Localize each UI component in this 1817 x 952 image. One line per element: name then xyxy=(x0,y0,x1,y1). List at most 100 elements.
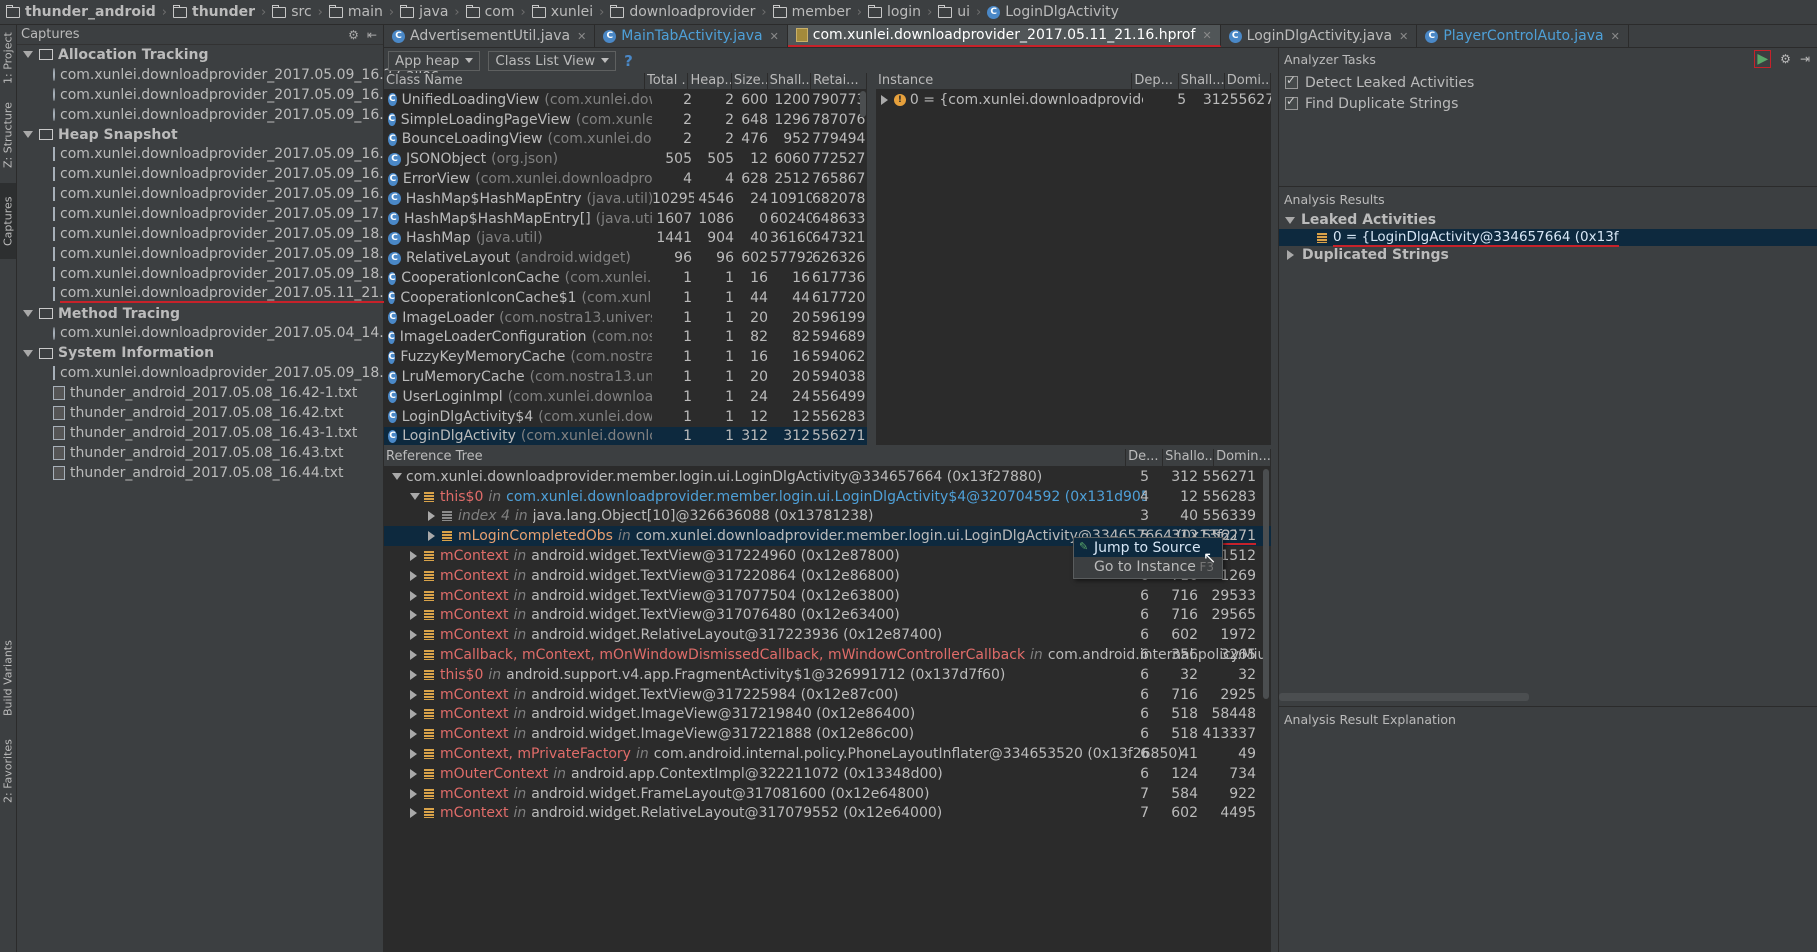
go-to-instance-item[interactable]: Go to Instance F3 xyxy=(1074,557,1222,576)
gear-icon[interactable]: ⚙ xyxy=(348,28,359,42)
capture-file[interactable]: thunder_android_2017.05.08_16.42.txt xyxy=(17,403,383,423)
analyzer-task[interactable]: Detect Leaked Activities xyxy=(1279,72,1817,93)
gear-icon[interactable]: ⚙ xyxy=(1780,52,1791,66)
breadcrumb-item[interactable]: downloadprovider xyxy=(604,4,761,20)
expand-arrow-icon[interactable] xyxy=(410,808,417,819)
class-row[interactable]: C BounceLoadingView(com.xunlei.download 2 2… xyxy=(384,130,867,150)
reference-row[interactable]: mContext, mPrivateFactory in com.android.i… xyxy=(384,744,1271,764)
breadcrumb-item[interactable]: thunder_android xyxy=(0,4,162,20)
capture-file[interactable]: com.xunlei.downloadprovider_2017.05.09_1… xyxy=(17,184,443,204)
leaked-activities-node[interactable]: Leaked Activities xyxy=(1279,211,1817,229)
class-row[interactable]: C HashMap (java.util) 1441 904 40 36160 647321 xyxy=(384,229,867,249)
expand-arrow-icon[interactable] xyxy=(410,689,417,700)
jump-to-source-item[interactable]: ✎ Jump to Source xyxy=(1074,538,1222,557)
reference-tree-scrollbar[interactable] xyxy=(1263,469,1269,699)
class-row[interactable]: C JSONObject (org.json) 505 505 12 6060 772527 xyxy=(384,149,867,169)
reference-row[interactable]: mCallback, mContext, mOnWindowDismissedC… xyxy=(384,645,1271,665)
help-icon[interactable]: ? xyxy=(624,52,633,70)
tree-toggle[interactable] xyxy=(406,808,424,819)
class-row[interactable]: C RelativeLayout (android.widget) 96 96 602 57… xyxy=(384,248,867,268)
editor-tab[interactable]: C MainTabActivity.java ✕ xyxy=(595,25,788,47)
checkbox[interactable] xyxy=(1285,94,1298,110)
class-row[interactable]: C UserLoginImpl(com.xunlei.downloadprovid… xyxy=(384,387,867,407)
column-header[interactable]: Shall... xyxy=(1179,73,1225,89)
column-header[interactable]: Class Name xyxy=(384,73,646,89)
tree-toggle[interactable] xyxy=(406,729,424,740)
reference-row[interactable]: com.xunlei.downloadprovider.member.login… xyxy=(384,467,1271,487)
heap-select[interactable]: App heap xyxy=(388,50,481,71)
reference-row[interactable]: mContext in android.widget.FrameLayout@317… xyxy=(384,784,1271,804)
column-header[interactable]: Size... xyxy=(732,73,768,89)
capture-group[interactable]: System Information xyxy=(17,343,383,363)
duplicated-strings-node[interactable]: Duplicated Strings xyxy=(1279,246,1817,264)
class-row[interactable]: C HashMap$HashMapEntry (java.util) 10295 454… xyxy=(384,189,867,209)
tree-toggle[interactable] xyxy=(406,689,424,700)
captures-tool-tab[interactable]: Captures xyxy=(0,183,16,259)
tree-toggle[interactable] xyxy=(406,669,424,680)
breadcrumb-item[interactable]: C LoginDlgActivity xyxy=(981,4,1125,20)
breadcrumb-item[interactable]: src xyxy=(266,4,317,20)
breadcrumb-item[interactable]: java xyxy=(394,4,454,20)
favorites-tool-tab[interactable]: 2: Favorites xyxy=(0,735,16,807)
reference-row[interactable]: mContext in android.widget.ImageView@31722… xyxy=(384,724,1271,744)
editor-tab[interactable]: C LoginDlgActivity.java ✕ xyxy=(1221,25,1418,47)
column-header[interactable]: De... xyxy=(1126,449,1164,466)
expand-arrow-icon[interactable] xyxy=(428,511,435,522)
tree-toggle[interactable] xyxy=(424,511,442,522)
leaked-activity-item[interactable]: 0 = {LoginDlgActivity@334657664 (0x13f xyxy=(1279,229,1817,247)
capture-file[interactable]: thunder_android_2017.05.08_16.43.txt xyxy=(17,443,383,463)
class-list-scrollbar[interactable] xyxy=(860,91,866,117)
tree-toggle[interactable] xyxy=(406,709,424,720)
capture-file[interactable]: com.xunlei.downloadprovider_2017.05.09_1… xyxy=(17,264,443,284)
reference-row[interactable]: mContext in android.widget.TextView@317076… xyxy=(384,606,1271,626)
reference-row[interactable]: mContext in android.widget.RelativeLayout@… xyxy=(384,625,1271,645)
tree-toggle[interactable] xyxy=(406,630,424,641)
capture-file[interactable]: com.xunlei.downloadprovider_2017.05.09_1… xyxy=(17,144,443,164)
pin-icon[interactable]: ⇥ xyxy=(1800,52,1810,66)
class-row[interactable]: C ImageLoaderConfiguration(com.nostra13.u… xyxy=(384,328,867,348)
column-header[interactable]: Retai... xyxy=(811,73,867,89)
collapse-arrow-icon[interactable] xyxy=(23,51,33,59)
breadcrumb-item[interactable]: com xyxy=(460,4,521,20)
capture-group[interactable]: Method Tracing xyxy=(17,304,383,324)
capture-group[interactable]: Allocation Tracking xyxy=(17,45,383,65)
column-header[interactable]: Instance xyxy=(876,73,1133,89)
tree-toggle[interactable] xyxy=(406,570,424,581)
column-header[interactable]: Shall... xyxy=(768,73,812,89)
capture-file[interactable]: com.xunlei.downloadprovider_2017.05.09_1… xyxy=(17,164,443,184)
capture-file[interactable]: com.xunlei.downloadprovider_2017.05.09_1… xyxy=(17,224,443,244)
collapse-arrow-icon[interactable] xyxy=(23,349,33,357)
capture-file[interactable]: com.xunlei.downloadprovider_2017.05.09_1… xyxy=(17,204,443,224)
capture-file[interactable]: com.xunlei.downloadprovider_2017.05.09_1… xyxy=(17,65,439,85)
expand-arrow-icon[interactable] xyxy=(1287,250,1294,260)
class-row[interactable]: C SimpleLoadingPageView(com.xunlei.downl 2… xyxy=(384,110,867,130)
tree-toggle[interactable] xyxy=(406,650,424,661)
expand-arrow-icon[interactable] xyxy=(410,630,417,641)
breadcrumb-item[interactable]: ui xyxy=(932,4,976,20)
capture-file[interactable]: com.xunlei.downloadprovider_2017.05.09_1… xyxy=(17,85,439,105)
class-row[interactable]: C CooperationIconCache$1(com.xunlei.down 1… xyxy=(384,288,867,308)
collapse-arrow-icon[interactable] xyxy=(23,131,33,138)
editor-tab[interactable]: C PlayerControlAuto.java ✕ xyxy=(1417,25,1629,47)
breadcrumb-item[interactable]: member xyxy=(767,4,857,20)
analysis-results-hscrollbar[interactable] xyxy=(1279,693,1529,701)
capture-group[interactable]: Heap Snapshot xyxy=(17,125,383,145)
reference-row[interactable]: mContext in android.widget.ImageView@31721… xyxy=(384,705,1271,725)
run-icon[interactable]: ▶ xyxy=(1754,50,1772,68)
breadcrumb-item[interactable]: xunlei xyxy=(526,4,599,20)
column-header[interactable]: Domin... xyxy=(1214,449,1271,466)
expand-arrow-icon[interactable] xyxy=(428,531,435,542)
expand-arrow-icon[interactable] xyxy=(881,95,888,105)
tree-toggle[interactable] xyxy=(424,531,442,542)
structure-tool-tab[interactable]: Z: Structure xyxy=(0,95,16,175)
editor-tab[interactable]: com.xunlei.downloadprovider_2017.05.11_2… xyxy=(787,25,1221,47)
expand-arrow-icon[interactable] xyxy=(410,590,417,601)
capture-file[interactable]: com.xunlei.downloadprovider_2017.05.09_1… xyxy=(17,363,425,383)
reference-row[interactable]: this$0 in com.xunlei.downloadprovider.memb… xyxy=(384,487,1271,507)
close-icon[interactable]: ✕ xyxy=(1399,30,1408,43)
project-tool-tab[interactable]: 1: Project xyxy=(0,27,16,89)
tree-toggle[interactable] xyxy=(388,473,406,481)
capture-file[interactable]: com.xunlei.downloadprovider_2017.05.04_1… xyxy=(17,323,442,343)
class-row[interactable]: C UnifiedLoadingView(com.xunlei.downloadp… xyxy=(384,90,867,110)
expand-arrow-icon[interactable] xyxy=(410,610,417,621)
